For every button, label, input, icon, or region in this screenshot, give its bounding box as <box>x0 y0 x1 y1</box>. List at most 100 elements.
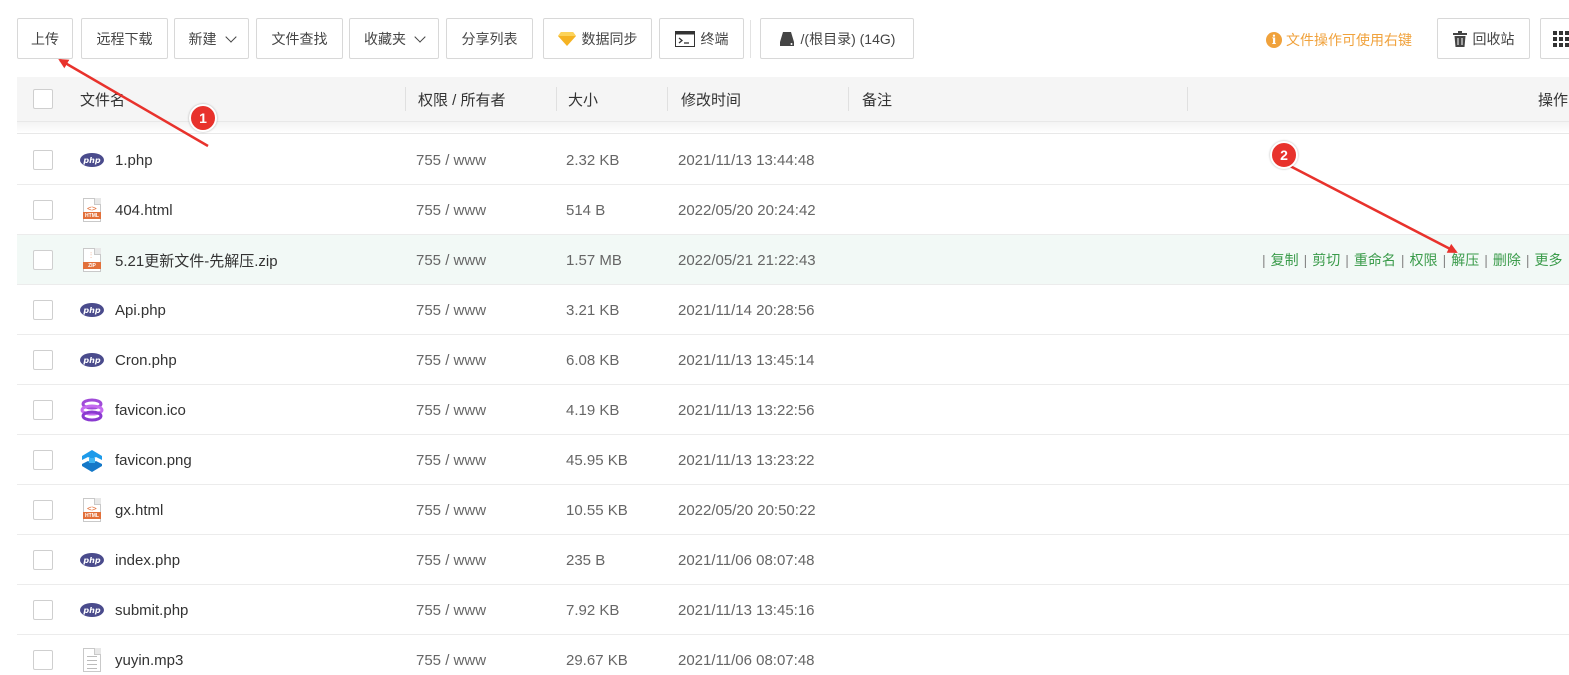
table-row[interactable]: yuyin.mp3 755 / www 29.67 KB 2021/11/06 … <box>17 635 1569 675</box>
table-row[interactable]: php Api.php 755 / www 3.21 KB 2021/11/14… <box>17 285 1569 335</box>
file-mtime: 2021/11/13 13:23:22 <box>678 451 815 469</box>
file-perm[interactable]: 755 / www <box>416 285 486 335</box>
data-sync-button[interactable]: 数据同步 <box>543 18 652 59</box>
extract-link[interactable]: 解压 <box>1451 250 1479 270</box>
disk-icon <box>779 31 794 46</box>
ops-divider: | <box>1345 252 1349 268</box>
table-row[interactable]: favicon.ico 755 / www 4.19 KB 2021/11/13… <box>17 385 1569 435</box>
row-checkbox[interactable] <box>33 250 53 270</box>
file-name-cell[interactable]: favicon.png <box>79 435 192 485</box>
file-perm[interactable]: 755 / www <box>416 435 486 485</box>
table-row[interactable]: php submit.php 755 / www 7.92 KB 2021/11… <box>17 585 1569 635</box>
upload-label: 上传 <box>31 30 59 47</box>
file-name[interactable]: 5.21更新文件-先解压.zip <box>115 250 278 271</box>
rename-link[interactable]: 重命名 <box>1354 250 1396 270</box>
file-name-cell[interactable]: favicon.ico <box>79 385 186 435</box>
remote-download-button[interactable]: 远程下载 <box>81 18 168 59</box>
terminal-icon <box>674 30 695 47</box>
file-size: 4.19 KB <box>566 401 620 419</box>
row-checkbox[interactable] <box>33 550 53 570</box>
file-name[interactable]: submit.php <box>115 602 188 619</box>
file-name[interactable]: Cron.php <box>115 352 177 369</box>
upload-button[interactable]: 上传 <box>17 18 73 59</box>
file-perm[interactable]: 755 / www <box>416 385 486 435</box>
file-size: 6.08 KB <box>566 351 620 369</box>
copy-link[interactable]: 复制 <box>1271 250 1299 270</box>
table-row[interactable]: favicon.png 755 / www 45.95 KB 2021/11/1… <box>17 435 1569 485</box>
column-header-perm[interactable]: 权限 / 所有者 <box>418 77 506 121</box>
permission-link[interactable]: 权限 <box>1410 250 1438 270</box>
file-mtime: 2021/11/13 13:22:56 <box>678 401 815 419</box>
file-name[interactable]: gx.html <box>115 502 163 519</box>
row-checkbox[interactable] <box>33 350 53 370</box>
table-row[interactable]: php 1.php 755 / www 2.32 KB 2021/11/13 1… <box>17 135 1569 185</box>
table-row[interactable]: <> HTML 404.html 755 / www 514 B 2022/05/… <box>17 185 1569 235</box>
row-checkbox[interactable] <box>33 500 53 520</box>
file-mtime: 2022/05/21 21:22:43 <box>678 251 816 269</box>
recycle-bin-button[interactable]: 回收站 <box>1437 18 1530 59</box>
table-row[interactable]: ⫶ ZIP 5.21更新文件-先解压.zip 755 / www 1.57 MB … <box>17 235 1569 285</box>
file-name-cell[interactable]: php submit.php <box>79 585 188 635</box>
file-name-cell[interactable]: <> HTML 404.html <box>79 185 173 235</box>
info-icon: i <box>1266 32 1282 48</box>
file-name-cell[interactable]: ⫶ ZIP 5.21更新文件-先解压.zip <box>79 235 278 285</box>
file-mtime: 2021/11/06 08:07:48 <box>678 651 815 669</box>
row-checkbox[interactable] <box>33 300 53 320</box>
delete-link[interactable]: 删除 <box>1493 250 1521 270</box>
file-perm[interactable]: 755 / www <box>416 135 486 185</box>
table-row[interactable]: php index.php 755 / www 235 B 2021/11/06… <box>17 535 1569 585</box>
html-file-icon: <> HTML <box>79 497 105 523</box>
file-name[interactable]: favicon.ico <box>115 402 186 419</box>
path-breadcrumb[interactable]: /(根目录) (14G) <box>760 18 914 59</box>
column-header-name[interactable]: 文件名 <box>80 77 125 121</box>
file-name[interactable]: 404.html <box>115 202 173 219</box>
column-header-size[interactable]: 大小 <box>568 77 598 121</box>
file-mtime: 2021/11/06 08:07:48 <box>678 551 815 569</box>
file-name[interactable]: 1.php <box>115 152 153 169</box>
file-name[interactable]: index.php <box>115 552 180 569</box>
file-perm[interactable]: 755 / www <box>416 535 486 585</box>
file-perm[interactable]: 755 / www <box>416 335 486 385</box>
column-header-mtime[interactable]: 修改时间 <box>681 77 741 121</box>
php-icon: php <box>79 597 105 623</box>
file-name-cell[interactable]: php 1.php <box>79 135 153 185</box>
view-toggle-button[interactable] <box>1540 18 1569 59</box>
file-name[interactable]: favicon.png <box>115 452 192 469</box>
file-name-cell[interactable]: php Api.php <box>79 285 166 335</box>
file-size: 514 B <box>566 201 606 219</box>
file-perm[interactable]: 755 / www <box>416 235 486 285</box>
new-label: 新建 <box>188 30 217 47</box>
recycle-bin-label: 回收站 <box>1472 30 1515 47</box>
file-name[interactable]: yuyin.mp3 <box>115 652 183 669</box>
file-search-button[interactable]: 文件查找 <box>256 18 343 59</box>
row-checkbox[interactable] <box>33 650 53 670</box>
row-checkbox[interactable] <box>33 150 53 170</box>
file-perm[interactable]: 755 / www <box>416 585 486 635</box>
row-checkbox[interactable] <box>33 200 53 220</box>
file-name[interactable]: Api.php <box>115 302 166 319</box>
favorites-dropdown-button[interactable]: 收藏夹 <box>349 18 439 59</box>
ops-divider: | <box>1484 252 1488 268</box>
file-perm[interactable]: 755 / www <box>416 635 486 675</box>
table-row[interactable]: <> HTML gx.html 755 / www 10.55 KB 2022/0… <box>17 485 1569 535</box>
file-size: 45.95 KB <box>566 451 628 469</box>
annotation-badge-1-label: 1 <box>199 110 207 126</box>
more-link[interactable]: 更多 <box>1534 250 1562 270</box>
new-dropdown-button[interactable]: 新建 <box>174 18 249 59</box>
row-checkbox[interactable] <box>33 400 53 420</box>
row-checkbox[interactable] <box>33 450 53 470</box>
file-name-cell[interactable]: php index.php <box>79 535 180 585</box>
row-operations: | 复制 | 剪切 | 重命名 | 权限 | 解压 | 删除 | 更多 <box>1257 235 1562 285</box>
table-row[interactable]: php Cron.php 755 / www 6.08 KB 2021/11/1… <box>17 335 1569 385</box>
cut-link[interactable]: 剪切 <box>1312 250 1340 270</box>
terminal-button[interactable]: 终端 <box>659 18 744 59</box>
file-perm[interactable]: 755 / www <box>416 185 486 235</box>
file-perm[interactable]: 755 / www <box>416 485 486 535</box>
file-name-cell[interactable]: <> HTML gx.html <box>79 485 163 535</box>
file-name-cell[interactable]: yuyin.mp3 <box>79 635 183 675</box>
php-icon: php <box>79 147 105 173</box>
share-list-button[interactable]: 分享列表 <box>446 18 533 59</box>
file-name-cell[interactable]: php Cron.php <box>79 335 177 385</box>
select-all-checkbox[interactable] <box>33 89 53 109</box>
row-checkbox[interactable] <box>33 600 53 620</box>
